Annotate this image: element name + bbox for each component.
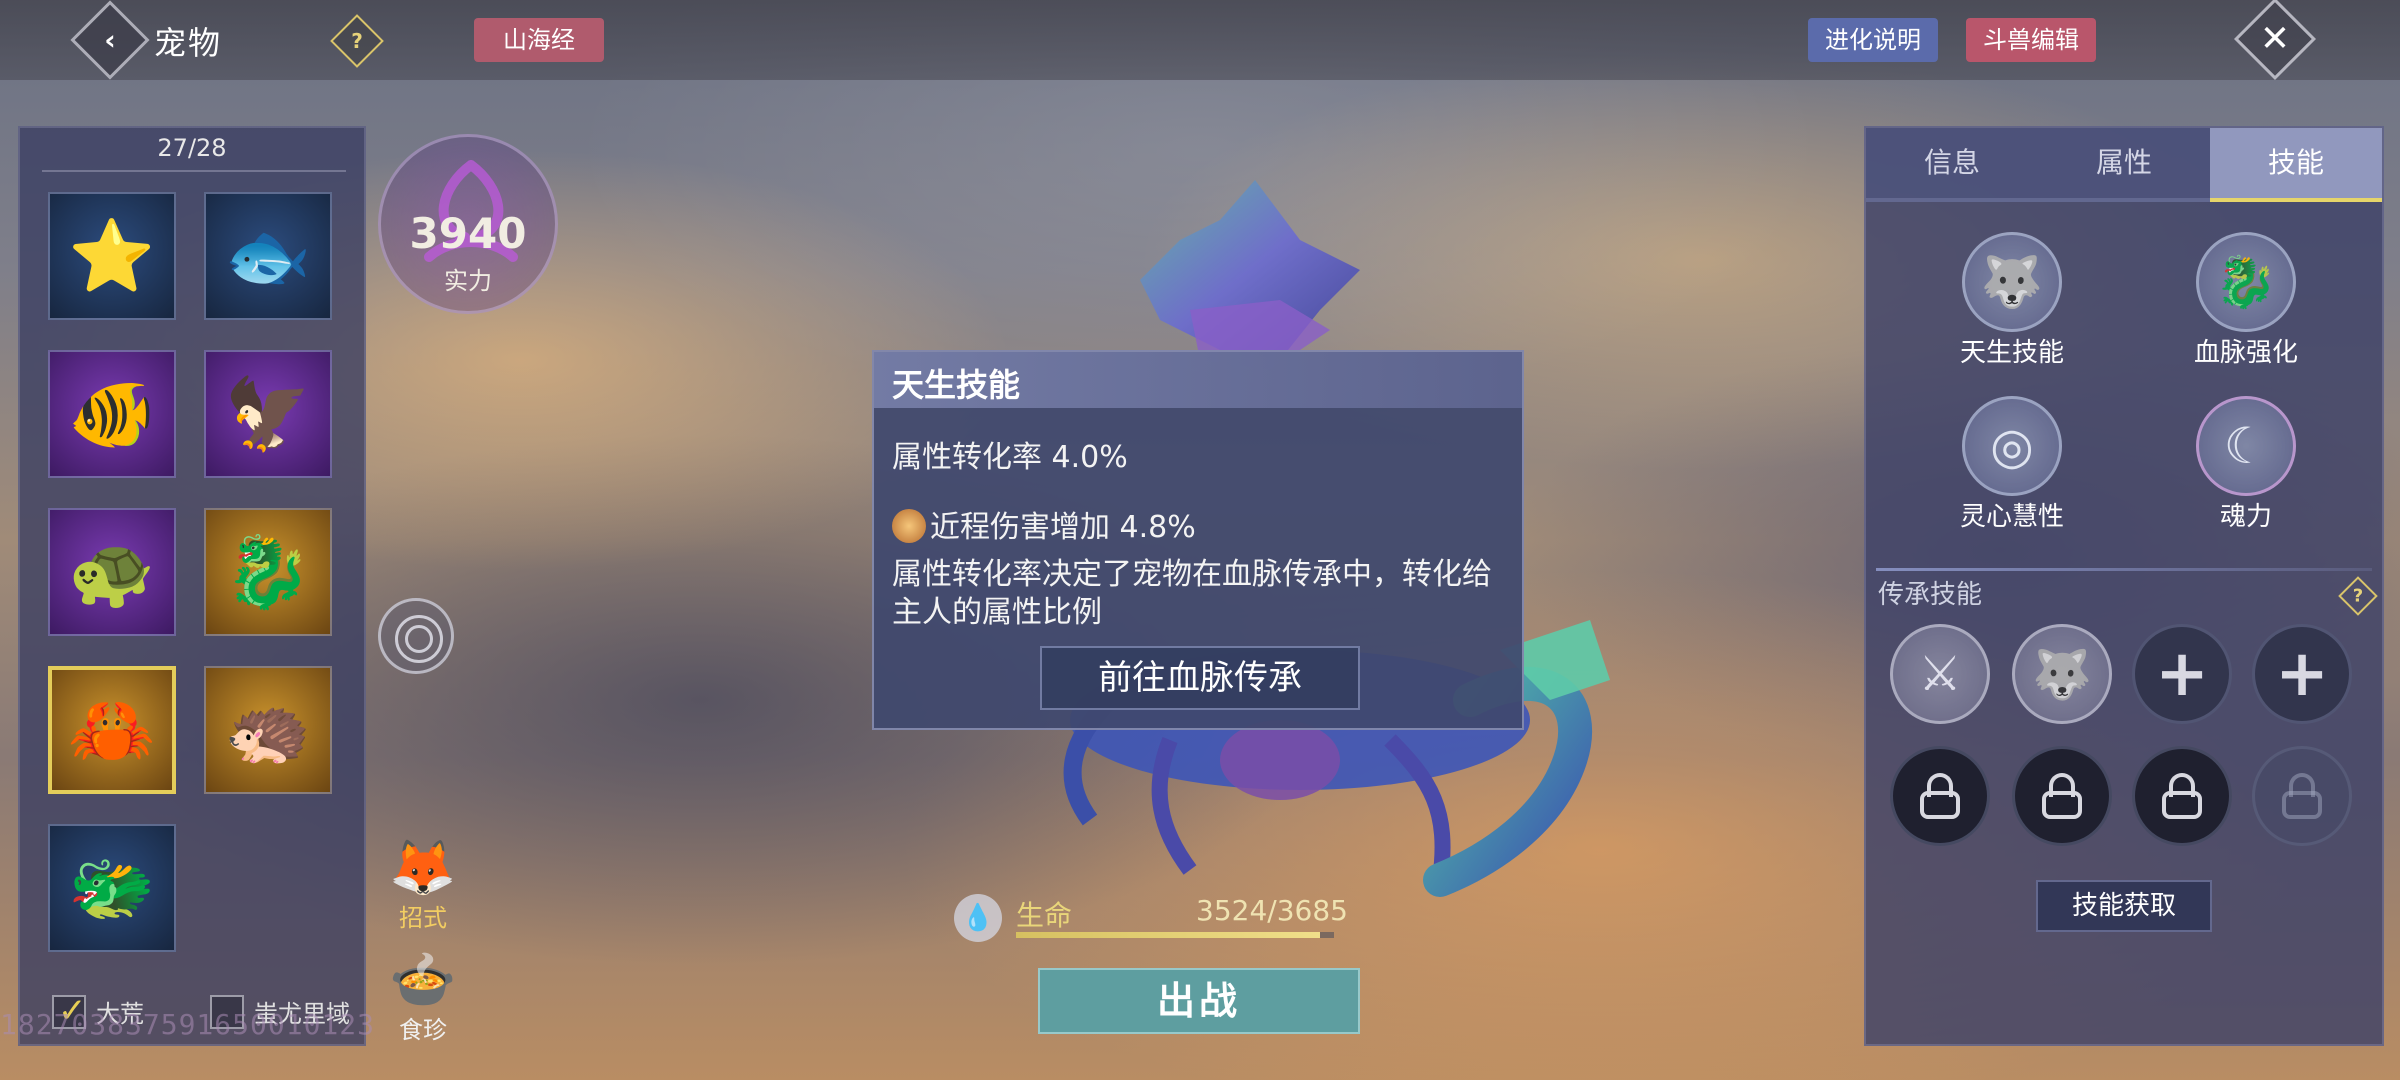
inherit-section-label: 传承技能: [1878, 580, 1983, 610]
fox-mask-icon: 🦊: [389, 836, 457, 899]
food-bowl-icon: 🍲: [389, 948, 457, 1011]
melee-bonus-text: 近程伤害增加 4.8%: [930, 510, 1196, 545]
purple-fish-icon: 🐠: [68, 372, 156, 455]
hp-label: 生命: [1016, 899, 1073, 932]
eagle-icon: 🦅: [224, 372, 312, 455]
tooltip-title: 天生技能: [892, 366, 1021, 404]
innate-skill-tooltip: 天生技能 属性转化率 4.0% 近程伤害增加 4.8% 属性转化率决定了宠物在血…: [872, 350, 1524, 730]
pet-list-panel: 27/28 ⭐ 🐟 🐠 🦅 🐢 🐉 🦀 🦔 🐲: [18, 126, 366, 1046]
skill-label-innate: 天生技能: [1959, 338, 2064, 368]
moves-label: 招式: [399, 904, 447, 932]
tooltip-description: 属性转化率决定了宠物在血脉传承中，转化给主人的属性比例: [892, 557, 1492, 630]
close-button[interactable]: ✕: [2233, 0, 2317, 81]
tab-attributes[interactable]: 属性: [2038, 128, 2210, 202]
water-drop-icon: 💧: [954, 894, 1002, 942]
armored-beast-icon: 🐲: [68, 846, 156, 929]
inherit-slot-claw-strike-icon[interactable]: ⚔: [1890, 624, 1990, 724]
pet-slot-fish-school[interactable]: 🐟: [204, 192, 332, 320]
shanhaijing-button[interactable]: 山海经: [474, 18, 604, 62]
lock-icon: [2282, 773, 2322, 819]
pet-count: 27/28: [157, 134, 227, 162]
goto-bloodline-button[interactable]: 前往血脉传承: [1040, 646, 1360, 710]
inherit-slot-plus-icon[interactable]: +: [2252, 624, 2352, 724]
skill-panel: 信息 属性 技能 🐺 天生技能 🐉 血脉强化 ◎ 灵心慧性 ☾ 魂力 传承技能 …: [1864, 126, 2384, 1046]
fish-school-icon: 🐟: [224, 214, 312, 297]
tooltip-header: 天生技能: [874, 352, 1522, 408]
tab-skills[interactable]: 技能: [2210, 128, 2382, 202]
tab-info[interactable]: 信息: [1866, 128, 2038, 202]
pet-slot-golden-dragon[interactable]: 🐉: [204, 508, 332, 636]
pet-slot-spiked-beast[interactable]: 🦔: [204, 666, 332, 794]
deploy-button[interactable]: 出战: [1038, 968, 1360, 1034]
lock-icon: [1920, 773, 1960, 819]
moves-button[interactable]: 🦊 招式: [378, 838, 468, 933]
top-bar: ‹ 宠物 ? 山海经 进化说明 斗兽编辑 ✕: [0, 0, 2400, 81]
spiral-icon[interactable]: ◎: [1962, 396, 2062, 496]
turtle-icon: 🐢: [68, 530, 156, 613]
power-value: 3940: [409, 209, 527, 258]
back-button[interactable]: ‹: [70, 0, 150, 80]
dragon-swirl-icon[interactable]: 🐉: [2196, 232, 2296, 332]
inherit-slot-lock-icon[interactable]: [1890, 746, 1990, 846]
inherit-slot-wolf-head-icon[interactable]: 🐺: [2012, 624, 2112, 724]
hp-bar-fill: [1016, 932, 1320, 938]
question-icon: ?: [351, 29, 363, 53]
inherit-slot-lock-icon: [2252, 746, 2352, 846]
user-id-watermark: 182703837591650010123: [0, 1008, 376, 1041]
blue-crab-icon: 🦀: [68, 688, 156, 771]
hp-value: 3524/3685: [1196, 894, 1348, 927]
conversion-rate-text: 属性转化率 4.0%: [892, 440, 1128, 475]
help-button[interactable]: ?: [330, 14, 384, 68]
question-icon: ?: [2352, 585, 2364, 607]
power-label: 实力: [444, 267, 492, 295]
pet-slot-turtle[interactable]: 🐢: [48, 508, 176, 636]
spiral-skill-icon[interactable]: [378, 598, 454, 674]
food-label: 食珍: [399, 1016, 447, 1044]
divider: [42, 170, 346, 172]
inherit-help-button[interactable]: ?: [2338, 576, 2378, 616]
melee-bonus-row: 近程伤害增加 4.8%: [892, 502, 1196, 546]
spiked-beast-icon: 🦔: [224, 688, 312, 771]
skill-label-bloodline: 血脉强化: [2193, 338, 2298, 368]
pet-slot-eagle[interactable]: 🦅: [204, 350, 332, 478]
lock-icon: [2162, 773, 2202, 819]
pet-slot-armored-beast[interactable]: 🐲: [48, 824, 176, 952]
divider: [1876, 568, 2372, 571]
skill-label-wisdom: 灵心慧性: [1959, 502, 2064, 532]
inherit-slot-lock-icon[interactable]: [2132, 746, 2232, 846]
beast-edit-button[interactable]: 斗兽编辑: [1966, 18, 2096, 62]
pet-slot-purple-fish[interactable]: 🐠: [48, 350, 176, 478]
food-button[interactable]: 🍲 食珍: [378, 950, 468, 1045]
evolution-info-button[interactable]: 进化说明: [1808, 18, 1938, 62]
chevron-left-icon: ‹: [104, 23, 116, 57]
pet-slot-starfish[interactable]: ⭐: [48, 192, 176, 320]
tab-bar: 信息 属性 技能: [1866, 128, 2382, 202]
skill-label-soul: 魂力: [2219, 502, 2272, 532]
moon-spiral-icon[interactable]: ☾: [2196, 396, 2296, 496]
beast-head-icon[interactable]: 🐺: [1962, 232, 2062, 332]
page-title: 宠物: [154, 24, 223, 62]
starfish-icon: ⭐: [68, 214, 156, 297]
power-badge: 3940 实力: [378, 134, 558, 314]
skill-acquire-button[interactable]: 技能获取: [2036, 880, 2212, 932]
hp-bar: [1016, 932, 1334, 938]
close-icon: ✕: [2259, 18, 2291, 60]
golden-dragon-icon: 🐉: [224, 530, 312, 613]
inherit-slot-plus-icon[interactable]: +: [2132, 624, 2232, 724]
lock-icon: [2042, 773, 2082, 819]
melee-attack-icon: [892, 508, 926, 543]
inherit-slot-lock-icon[interactable]: [2012, 746, 2112, 846]
pet-slot-blue-crab[interactable]: 🦀: [48, 666, 176, 794]
